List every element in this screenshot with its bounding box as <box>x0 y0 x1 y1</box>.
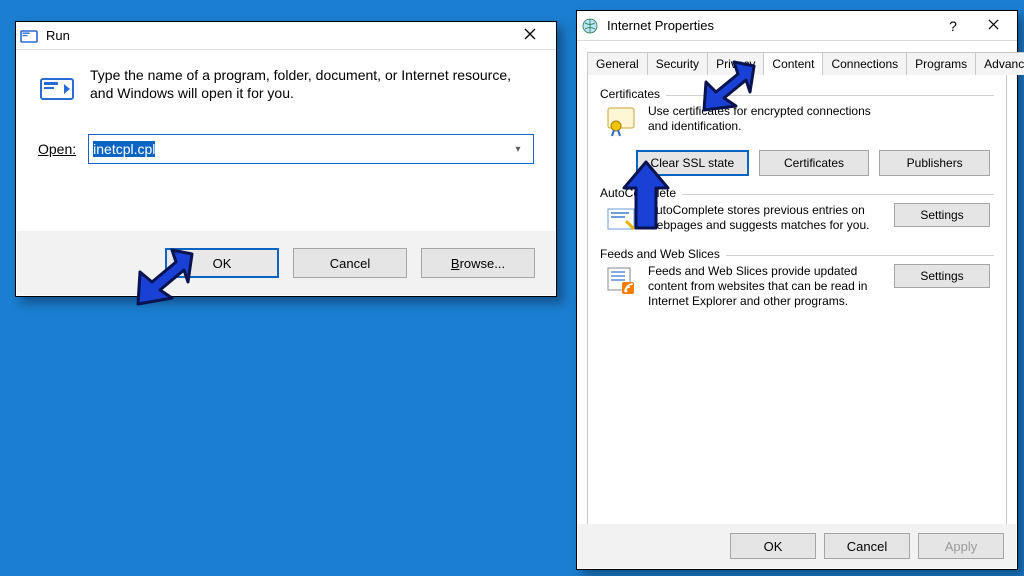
certificates-button[interactable]: Certificates <box>759 150 870 176</box>
ip-footer: OK Cancel Apply <box>578 524 1016 568</box>
close-icon <box>524 28 536 43</box>
ip-apply-button: Apply <box>918 533 1004 559</box>
run-app-icon <box>20 27 38 45</box>
feeds-legend: Feeds and Web Slices <box>600 247 726 261</box>
ip-cancel-button[interactable]: Cancel <box>824 533 910 559</box>
certificates-legend: Certificates <box>600 87 666 101</box>
ip-help-button[interactable]: ? <box>933 13 973 39</box>
annotation-arrow-content-tab <box>698 60 762 118</box>
run-message: Type the name of a program, folder, docu… <box>90 66 534 108</box>
tab-content[interactable]: Content <box>763 52 823 75</box>
annotation-arrow-ok <box>132 248 202 316</box>
feeds-icon <box>604 264 638 298</box>
content-tab-panel: Certificates Use certificates for encryp… <box>587 74 1007 530</box>
run-cancel-button[interactable]: Cancel <box>293 248 407 278</box>
run-dialog: Run Type the name of a program, folder, … <box>15 21 557 297</box>
ip-tabs: General Security Privacy Content Connect… <box>587 51 1007 74</box>
internet-properties-dialog: Internet Properties ? General Security P… <box>576 10 1018 570</box>
tab-advanced[interactable]: Advanced <box>975 52 1024 75</box>
chevron-down-icon[interactable]: ▾ <box>509 144 527 155</box>
autocomplete-text: AutoComplete stores previous entries on … <box>648 203 878 237</box>
ip-title: Internet Properties <box>607 18 933 33</box>
run-title: Run <box>46 28 508 43</box>
run-open-combobox[interactable]: ▾ <box>88 134 534 164</box>
feeds-group: Feeds and Web Slices Feeds and Web Slice… <box>600 255 994 309</box>
ip-titlebar[interactable]: Internet Properties ? <box>577 11 1017 41</box>
run-open-label: Open: <box>38 141 76 157</box>
ip-close-button[interactable] <box>973 13 1013 39</box>
help-icon: ? <box>949 18 957 34</box>
publishers-button[interactable]: Publishers <box>879 150 990 176</box>
tab-general[interactable]: General <box>587 52 648 75</box>
feeds-text: Feeds and Web Slices provide updated con… <box>648 264 878 309</box>
run-browse-button[interactable]: Browse... <box>421 248 535 278</box>
autocomplete-settings-button[interactable]: Settings <box>894 203 990 227</box>
certificate-icon <box>604 104 638 138</box>
globe-icon <box>581 17 599 35</box>
run-large-icon <box>38 70 76 108</box>
close-icon <box>988 18 999 33</box>
run-footer: OK Cancel Browse... <box>17 231 555 295</box>
tab-connections[interactable]: Connections <box>822 52 907 75</box>
run-titlebar[interactable]: Run <box>16 22 556 50</box>
run-open-input[interactable] <box>93 141 509 157</box>
ip-ok-button[interactable]: OK <box>730 533 816 559</box>
annotation-arrow-clear-ssl <box>616 158 676 236</box>
run-close-button[interactable] <box>508 23 552 49</box>
tab-programs[interactable]: Programs <box>906 52 976 75</box>
certificates-text: Use certificates for encrypted connectio… <box>648 104 878 138</box>
feeds-settings-button[interactable]: Settings <box>894 264 990 288</box>
